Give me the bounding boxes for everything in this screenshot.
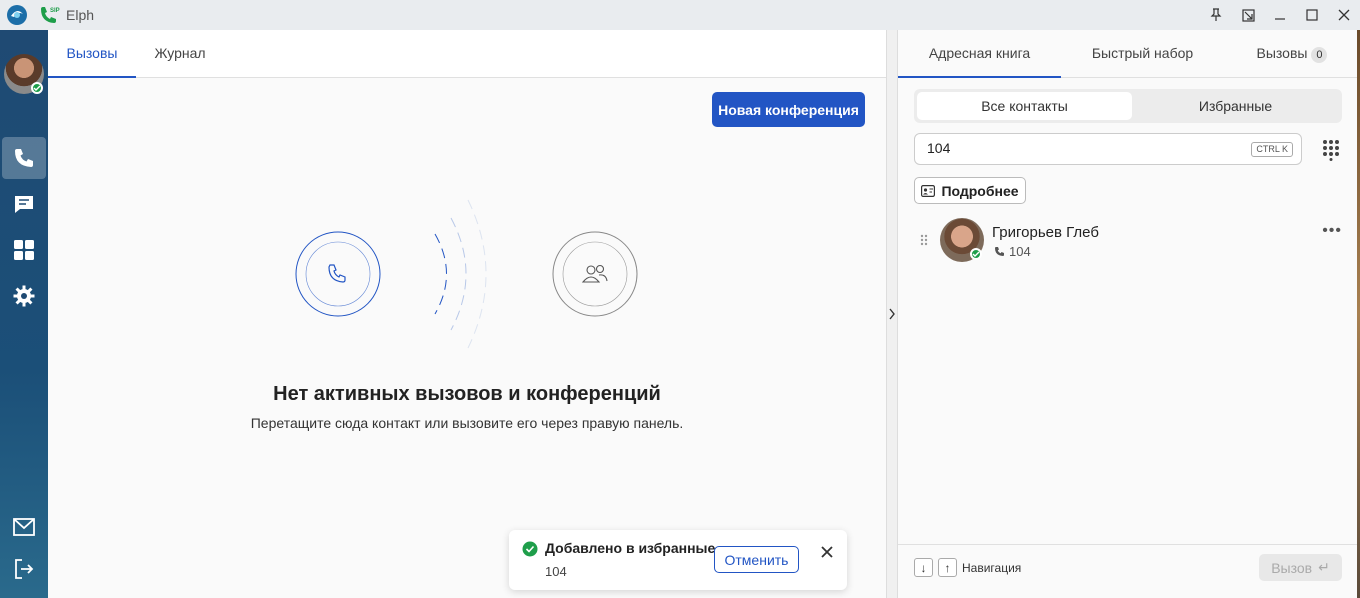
online-status-icon <box>31 82 43 94</box>
contact-online-icon <box>970 248 982 260</box>
phone-icon <box>15 149 33 167</box>
drag-handle-icon[interactable] <box>920 234 928 246</box>
tab-speed-dial[interactable]: Быстрый набор <box>1061 30 1224 78</box>
tab-calls[interactable]: Вызовы <box>48 30 136 78</box>
details-button[interactable]: Подробнее <box>914 177 1026 204</box>
contact-card-icon <box>921 184 936 197</box>
shortcut-hint: CTRL K <box>1251 142 1293 157</box>
favorites-toast: Добавлено в избранные 104 Отменить <box>509 530 847 590</box>
more-options-icon[interactable]: ••• <box>1322 222 1342 240</box>
sip-phone-icon: SIP <box>41 7 60 23</box>
phone-small-icon <box>995 247 1004 256</box>
nav-settings-button[interactable] <box>2 275 46 317</box>
chat-icon <box>15 196 33 213</box>
arrow-down-key-icon: ↓ <box>914 558 933 577</box>
success-check-icon <box>522 541 538 557</box>
nav-logout-button[interactable] <box>2 548 46 590</box>
contact-avatar <box>940 218 984 262</box>
contacts-panel: Адресная книга Быстрый набор Вызовы 0 Все… <box>898 30 1360 598</box>
contact-name: Григорьев Глеб <box>992 224 1099 241</box>
left-sidebar <box>0 30 48 598</box>
nav-chat-button[interactable] <box>2 183 46 225</box>
calls-panel: Вызовы Журнал Новая конференция Нет акти… <box>48 30 886 598</box>
search-input[interactable] <box>927 140 1227 156</box>
chevron-right-icon[interactable] <box>888 308 896 320</box>
minimize-icon[interactable] <box>1264 0 1296 30</box>
calls-count-badge: 0 <box>1311 47 1328 63</box>
empty-state-subtitle: Перетащите сюда контакт или вызовите его… <box>250 415 684 431</box>
maximize-icon[interactable] <box>1296 0 1328 30</box>
call-label: Вызов <box>1271 559 1313 576</box>
tab-right-calls[interactable]: Вызовы 0 <box>1224 30 1360 78</box>
close-window-icon[interactable] <box>1328 0 1360 30</box>
toast-subtitle: 104 <box>545 564 567 579</box>
arrow-up-key-icon: ↑ <box>938 558 957 577</box>
toast-title: Добавлено в избранные <box>545 540 716 556</box>
contact-number-text: 104 <box>1009 244 1031 259</box>
navigation-hint: Навигация <box>962 561 1022 575</box>
empty-state-title: Нет активных вызовов и конференций <box>273 383 661 405</box>
contacts-filter: Все контакты Избранные <box>914 89 1342 123</box>
panel-splitter[interactable] <box>886 30 898 598</box>
grid-apps-icon <box>14 240 34 260</box>
user-avatar[interactable] <box>4 54 44 94</box>
window-title: Elph <box>66 7 95 23</box>
search-field[interactable]: CTRL K <box>914 133 1302 165</box>
pin-icon[interactable] <box>1200 0 1232 30</box>
details-label: Подробнее <box>941 182 1019 199</box>
close-icon[interactable] <box>819 544 835 560</box>
enter-key-icon: ↵ <box>1318 559 1330 575</box>
nav-calls-button[interactable] <box>2 137 46 179</box>
center-tabs: Вызовы Журнал <box>48 30 886 78</box>
empty-state-illustration <box>295 199 638 349</box>
new-conference-button[interactable]: Новая конференция <box>712 92 865 127</box>
nav-apps-button[interactable] <box>2 229 46 271</box>
call-button[interactable]: Вызов ↵ <box>1259 554 1342 581</box>
right-footer: ↓ ↑ Навигация Вызов ↵ <box>898 544 1360 598</box>
title-bar: SIP Elph <box>0 0 1360 30</box>
undo-button[interactable]: Отменить <box>714 546 799 573</box>
filter-all-contacts[interactable]: Все контакты <box>917 92 1132 120</box>
contact-number: 104 <box>994 244 1031 259</box>
mail-icon <box>13 518 35 536</box>
sip-label: SIP <box>50 8 60 14</box>
gear-icon <box>13 285 35 307</box>
right-tabs: Адресная книга Быстрый набор Вызовы 0 <box>898 30 1360 78</box>
contact-list-item[interactable]: Григорьев Глеб 104 ••• <box>914 216 1344 266</box>
compact-mode-icon[interactable] <box>1232 0 1264 30</box>
dialpad-icon[interactable] <box>1322 139 1340 161</box>
filter-favorites[interactable]: Избранные <box>1132 92 1339 120</box>
app-logo-icon <box>7 5 27 25</box>
tab-address-book[interactable]: Адресная книга <box>898 30 1061 78</box>
window-controls <box>1200 0 1360 30</box>
tab-journal[interactable]: Журнал <box>136 30 224 78</box>
logout-icon <box>15 559 34 579</box>
nav-mail-button[interactable] <box>2 506 46 548</box>
tab-right-calls-label: Вызовы <box>1256 45 1308 61</box>
